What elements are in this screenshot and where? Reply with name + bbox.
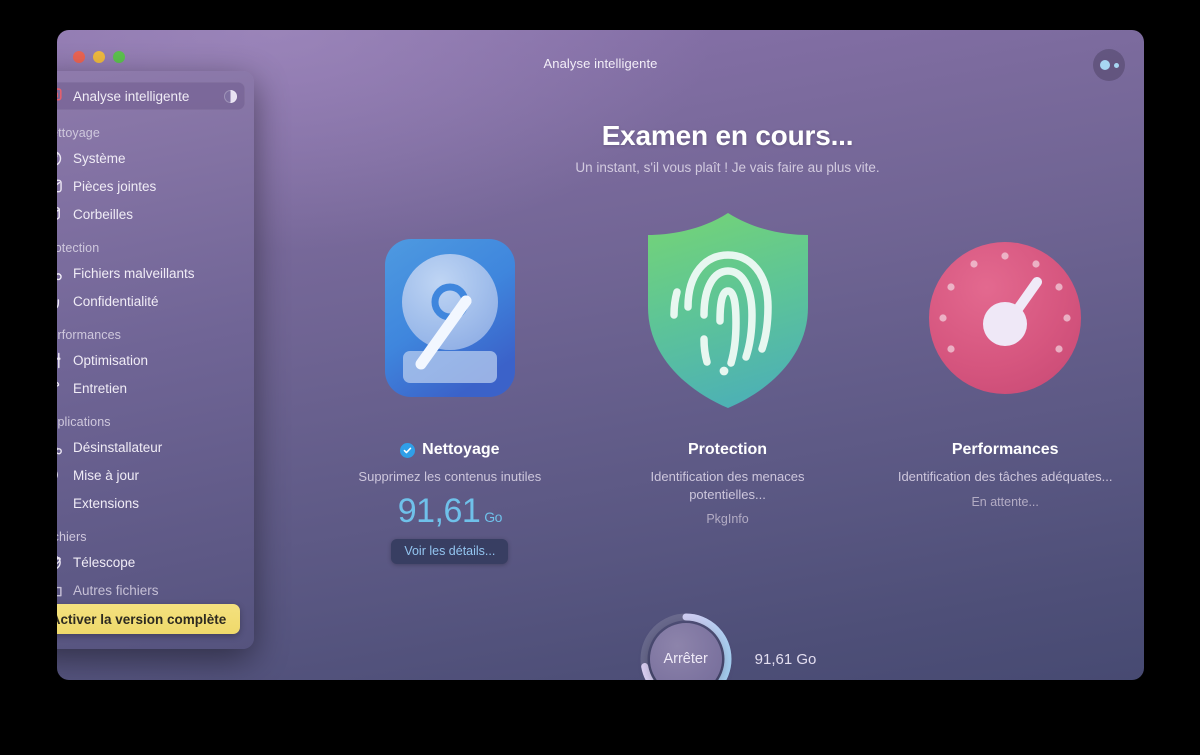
uninstaller-icon (57, 438, 64, 456)
wrench-icon (57, 379, 64, 397)
app-window: Analyse intelligente Examen en cours... … (57, 30, 1144, 680)
sidebar-item-label: Désinstallateur (73, 439, 163, 455)
card-size-unit: Go (484, 508, 502, 525)
shield-fingerprint-icon (589, 210, 867, 425)
sidebar-item-label: Extensions (73, 495, 140, 511)
sidebar-heading-applications: Applications (57, 415, 111, 429)
sidebar-item-label: Entretien (73, 380, 128, 396)
card-title-row: Protection (589, 441, 867, 459)
sidebar-item-label: Confidentialité (73, 293, 159, 309)
account-dot-small-icon (1113, 62, 1119, 68)
main-content: Examen en cours... Un instant, s'il vous… (311, 30, 1144, 680)
hand-privacy-icon (57, 292, 64, 310)
card-status-text: En attente... (971, 494, 1039, 509)
sidebar-item-telescope[interactable]: Télescope (57, 548, 245, 576)
stop-button-wrapper: Arrêter (639, 612, 733, 680)
account-avatar-button[interactable] (1093, 49, 1125, 81)
folder-icon (57, 581, 64, 599)
view-details-button[interactable]: Voir les détails... (391, 538, 509, 564)
sidebar-item-extensions[interactable]: Extensions (57, 489, 245, 517)
sliders-icon (57, 351, 64, 369)
card-title: Performances (951, 441, 1059, 458)
monitor-scan-icon (57, 87, 64, 105)
hard-drive-icon (311, 210, 589, 425)
sidebar-item-label: Mise à jour (73, 467, 140, 483)
sidebar-item-confidentialite[interactable]: Confidentialité (57, 287, 245, 315)
card-description: Supprimez les contenus inutiles (358, 469, 542, 484)
sidebar-item-systeme[interactable]: Système (57, 144, 245, 172)
sidebar-item-pieces-jointes[interactable]: Pièces jointes (57, 172, 245, 200)
system-icon (57, 149, 64, 167)
card-size-value: 91,61 Go (311, 492, 589, 531)
total-size-label: 91,61 Go (754, 650, 817, 668)
mail-envelope-icon (57, 177, 64, 195)
half-circle-spinner-icon (224, 89, 237, 103)
sidebar-item-analyse-intelligente[interactable]: Analyse intelligente (57, 82, 245, 110)
sidebar-item-label: Optimisation (73, 352, 149, 368)
card-status-text: PkgInfo (706, 512, 749, 527)
sidebar-item-label: Corbeilles (73, 206, 134, 222)
scan-cards-row: Nettoyage Supprimez les contenus inutile… (311, 210, 1144, 564)
space-lens-icon (57, 553, 64, 571)
sidebar-item-label: Pièces jointes (73, 178, 157, 194)
sidebar-item-desinstallateur[interactable]: Désinstallateur (57, 433, 245, 461)
trash-bin-icon (57, 205, 64, 223)
scan-footer-controls: Arrêter 91,61 Go (311, 612, 1144, 680)
card-size-number: 91,61 (397, 491, 481, 530)
window-title: Analyse intelligente (543, 56, 658, 71)
sidebar-item-label: Analyse intelligente (73, 88, 190, 104)
scan-card-protection: Protection Identification des menaces po… (589, 210, 867, 564)
card-description: Identification des tâches adéquates... (897, 469, 1113, 484)
sidebar-scroll-area: Analyse intelligente Nettoyage Système (57, 82, 254, 649)
sidebar-item-label: Télescope (73, 554, 136, 570)
sidebar-heading-fichiers: Fichiers (57, 530, 87, 544)
sidebar-heading-protection: Protection (57, 241, 100, 255)
page-subtitle: Un instant, s'il vous plaît ! Je vais fa… (575, 160, 880, 175)
activate-full-version-button[interactable]: Activer la version complète (57, 604, 240, 634)
sidebar-item-fichiers-malveillants[interactable]: Fichiers malveillants (57, 259, 245, 287)
card-title-row: Performances (866, 441, 1144, 459)
sidebar-item-corbeilles[interactable]: Corbeilles (57, 200, 245, 228)
sidebar-heading-performances: Performances (57, 328, 122, 342)
sidebar-item-entretien[interactable]: Entretien (57, 374, 245, 402)
sidebar-item-label: Autres fichiers (73, 582, 159, 598)
speedometer-gauge-icon (866, 210, 1144, 425)
page-title: Examen en cours... (601, 120, 854, 151)
account-dot-large-icon (1099, 60, 1110, 70)
sidebar-item-autres-fichiers[interactable]: Autres fichiers (57, 576, 245, 604)
sidebar-item-label: Système (73, 150, 126, 166)
puzzle-piece-icon (57, 494, 64, 512)
biohazard-icon (57, 264, 64, 282)
card-title: Nettoyage (422, 441, 500, 458)
sidebar: Analyse intelligente Nettoyage Système (57, 71, 254, 649)
sidebar-heading-nettoyage: Nettoyage (57, 126, 100, 140)
card-title-row: Nettoyage (311, 441, 589, 459)
scan-card-nettoyage: Nettoyage Supprimez les contenus inutile… (311, 210, 589, 564)
sidebar-item-label: Fichiers malveillants (73, 265, 195, 281)
scan-card-performances: Performances Identification des tâches a… (866, 210, 1144, 564)
sidebar-item-optimisation[interactable]: Optimisation (57, 346, 245, 374)
check-circle-icon (400, 442, 416, 458)
updater-arrow-icon (57, 466, 64, 484)
sidebar-item-mise-a-jour[interactable]: Mise à jour (57, 461, 245, 489)
card-description: Identification des menaces potentielles.… (650, 469, 805, 502)
card-title: Protection (687, 441, 768, 458)
